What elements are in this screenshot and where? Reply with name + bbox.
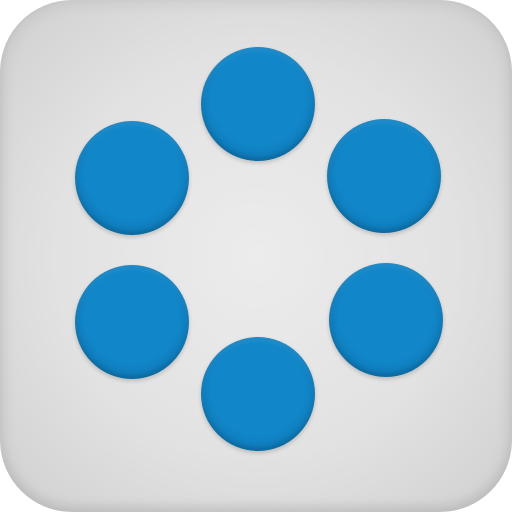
dot-bottom xyxy=(201,337,315,451)
dot-lower-left xyxy=(75,265,189,379)
dot-upper-right xyxy=(327,119,441,233)
dot-top xyxy=(201,47,315,161)
app-icon-tile xyxy=(0,0,512,512)
six-dot-ring-icon xyxy=(0,0,512,512)
dot-upper-left xyxy=(75,121,189,235)
dot-lower-right xyxy=(329,263,443,377)
